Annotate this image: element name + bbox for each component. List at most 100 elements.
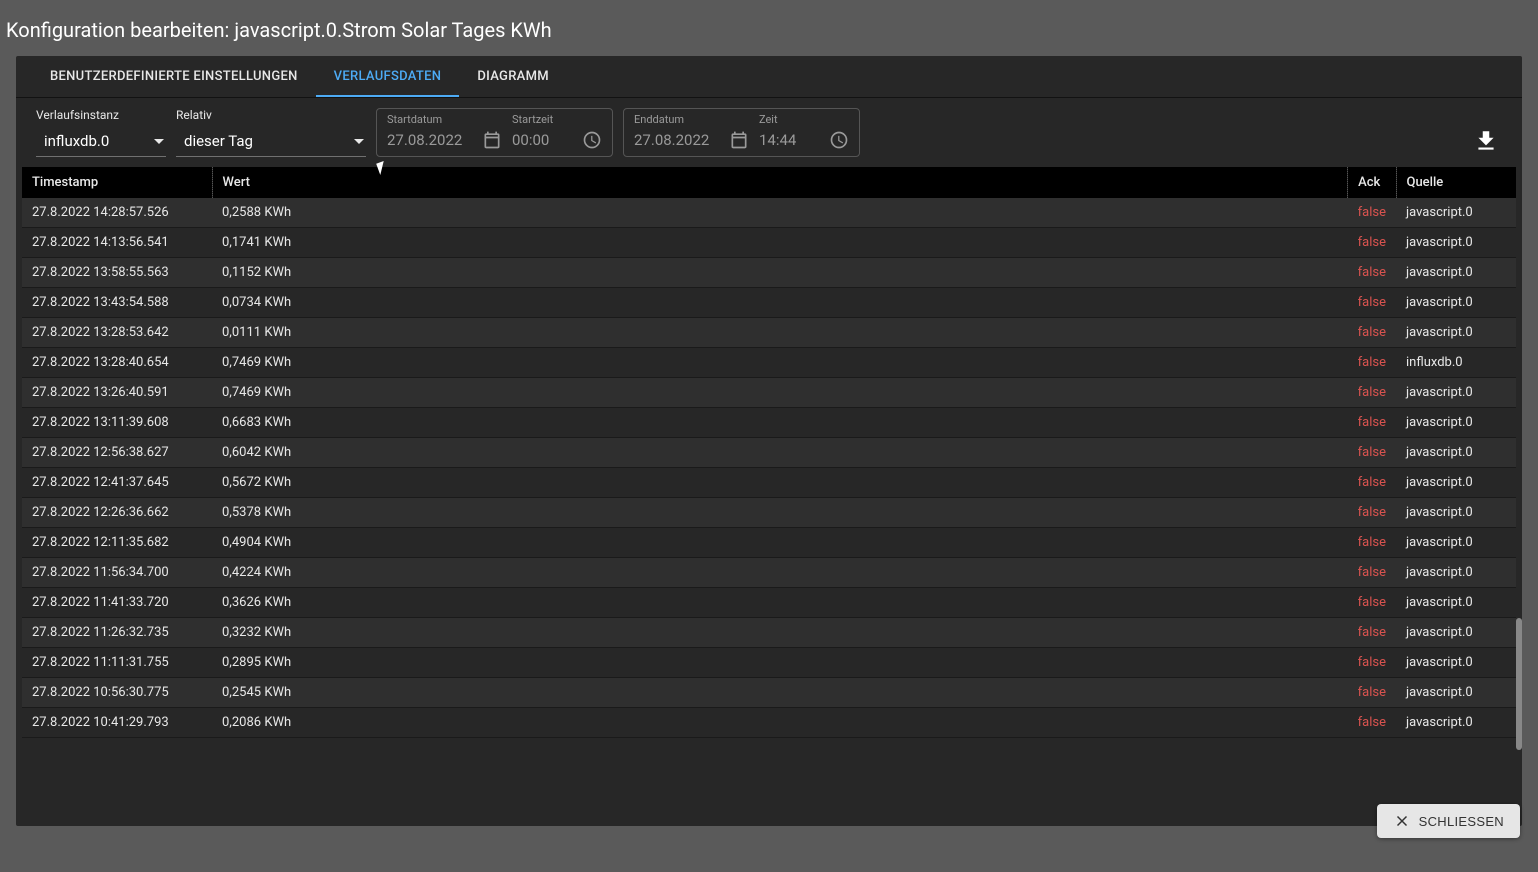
cell-value: 0,1741 KWh bbox=[212, 228, 1348, 258]
cell-ack: false bbox=[1348, 318, 1396, 348]
cell-value: 0,5672 KWh bbox=[212, 468, 1348, 498]
table-row[interactable]: 27.8.2022 11:26:32.7350,3232 KWhfalsejav… bbox=[22, 618, 1516, 648]
table-row[interactable]: 27.8.2022 14:28:57.5260,2588 KWhfalsejav… bbox=[22, 198, 1516, 228]
th-value[interactable]: Wert bbox=[212, 167, 1348, 198]
table-wrap[interactable]: Timestamp Wert Ack Quelle 27.8.2022 14:2… bbox=[16, 167, 1522, 826]
relative-label: Relativ bbox=[176, 108, 366, 122]
history-table: Timestamp Wert Ack Quelle 27.8.2022 14:2… bbox=[22, 167, 1516, 738]
cell-source: javascript.0 bbox=[1396, 648, 1516, 678]
cell-source: javascript.0 bbox=[1396, 378, 1516, 408]
cell-value: 0,4904 KWh bbox=[212, 528, 1348, 558]
cell-value: 0,0111 KWh bbox=[212, 318, 1348, 348]
table-row[interactable]: 27.8.2022 12:41:37.6450,5672 KWhfalsejav… bbox=[22, 468, 1516, 498]
cell-value: 0,1152 KWh bbox=[212, 258, 1348, 288]
cell-timestamp: 27.8.2022 11:11:31.755 bbox=[22, 648, 212, 678]
relative-select[interactable]: dieser Tag bbox=[176, 128, 366, 157]
cell-timestamp: 27.8.2022 12:11:35.682 bbox=[22, 528, 212, 558]
th-source[interactable]: Quelle bbox=[1396, 167, 1516, 198]
scrollbar-thumb[interactable] bbox=[1516, 618, 1522, 750]
tab-diagramm[interactable]: DIAGRAMM bbox=[459, 56, 567, 97]
cell-timestamp: 27.8.2022 13:26:40.591 bbox=[22, 378, 212, 408]
table-row[interactable]: 27.8.2022 12:26:36.6620,5378 KWhfalsejav… bbox=[22, 498, 1516, 528]
chevron-down-icon bbox=[354, 139, 364, 144]
cell-ack: false bbox=[1348, 438, 1396, 468]
cell-source: javascript.0 bbox=[1396, 198, 1516, 228]
table-row[interactable]: 27.8.2022 13:43:54.5880,0734 KWhfalsejav… bbox=[22, 288, 1516, 318]
table-body: 27.8.2022 14:28:57.5260,2588 KWhfalsejav… bbox=[22, 198, 1516, 738]
toolbar: Verlaufsinstanz influxdb.0 Relativ diese… bbox=[16, 98, 1522, 167]
table-row[interactable]: 27.8.2022 13:28:40.6540,7469 KWhfalseinf… bbox=[22, 348, 1516, 378]
start-time-input[interactable]: 00:00 bbox=[512, 131, 549, 149]
cell-value: 0,2086 KWh bbox=[212, 708, 1348, 738]
table-row[interactable]: 27.8.2022 12:56:38.6270,6042 KWhfalsejav… bbox=[22, 438, 1516, 468]
table-row[interactable]: 27.8.2022 12:11:35.6820,4904 KWhfalsejav… bbox=[22, 528, 1516, 558]
download-button[interactable] bbox=[1470, 125, 1502, 157]
cell-timestamp: 27.8.2022 12:41:37.645 bbox=[22, 468, 212, 498]
cell-value: 0,6042 KWh bbox=[212, 438, 1348, 468]
table-row[interactable]: 27.8.2022 13:11:39.6080,6683 KWhfalsejav… bbox=[22, 408, 1516, 438]
cell-source: javascript.0 bbox=[1396, 318, 1516, 348]
instance-label: Verlaufsinstanz bbox=[36, 108, 166, 122]
relative-value: dieser Tag bbox=[184, 132, 253, 150]
start-date-label: Startdatum bbox=[387, 113, 502, 126]
table-row[interactable]: 27.8.2022 11:41:33.7200,3626 KWhfalsejav… bbox=[22, 588, 1516, 618]
relative-field: Relativ dieser Tag bbox=[176, 108, 366, 157]
cell-timestamp: 27.8.2022 12:56:38.627 bbox=[22, 438, 212, 468]
table-row[interactable]: 27.8.2022 13:58:55.5630,1152 KWhfalsejav… bbox=[22, 258, 1516, 288]
table-row[interactable]: 27.8.2022 14:13:56.5410,1741 KWhfalsejav… bbox=[22, 228, 1516, 258]
instance-select[interactable]: influxdb.0 bbox=[36, 128, 166, 157]
cell-source: javascript.0 bbox=[1396, 588, 1516, 618]
cell-value: 0,7469 KWh bbox=[212, 348, 1348, 378]
cell-timestamp: 27.8.2022 14:13:56.541 bbox=[22, 228, 212, 258]
cell-value: 0,7469 KWh bbox=[212, 378, 1348, 408]
calendar-icon bbox=[729, 130, 749, 150]
th-ack[interactable]: Ack bbox=[1348, 167, 1396, 198]
cell-source: javascript.0 bbox=[1396, 678, 1516, 708]
calendar-icon bbox=[482, 130, 502, 150]
cell-ack: false bbox=[1348, 498, 1396, 528]
cell-ack: false bbox=[1348, 198, 1396, 228]
cell-ack: false bbox=[1348, 618, 1396, 648]
tab-verlaufsdaten[interactable]: VERLAUFSDATEN bbox=[316, 56, 460, 97]
instance-value: influxdb.0 bbox=[44, 132, 109, 150]
cell-value: 0,2895 KWh bbox=[212, 648, 1348, 678]
close-button[interactable]: SCHLIESSEN bbox=[1377, 804, 1520, 838]
cell-value: 0,4224 KWh bbox=[212, 558, 1348, 588]
start-date-input[interactable]: 27.08.2022 bbox=[387, 131, 462, 149]
start-time-label: Startzeit bbox=[512, 113, 602, 126]
clock-icon bbox=[582, 130, 602, 150]
cell-source: javascript.0 bbox=[1396, 408, 1516, 438]
cell-timestamp: 27.8.2022 11:26:32.735 bbox=[22, 618, 212, 648]
start-date-box: Startdatum 27.08.2022 Startzeit 00:00 bbox=[376, 108, 613, 157]
table-row[interactable]: 27.8.2022 11:11:31.7550,2895 KWhfalsejav… bbox=[22, 648, 1516, 678]
cell-value: 0,2545 KWh bbox=[212, 678, 1348, 708]
tab-benutzerdefinierte-einstellungen[interactable]: BENUTZERDEFINIERTE EINSTELLUNGEN bbox=[32, 56, 316, 97]
end-date-input[interactable]: 27.08.2022 bbox=[634, 131, 709, 149]
th-timestamp[interactable]: Timestamp bbox=[22, 167, 212, 198]
cell-value: 0,5378 KWh bbox=[212, 498, 1348, 528]
cell-timestamp: 27.8.2022 12:26:36.662 bbox=[22, 498, 212, 528]
table-row[interactable]: 27.8.2022 13:26:40.5910,7469 KWhfalsejav… bbox=[22, 378, 1516, 408]
cell-timestamp: 27.8.2022 13:11:39.608 bbox=[22, 408, 212, 438]
download-icon bbox=[1473, 128, 1499, 154]
end-date-label: Enddatum bbox=[634, 113, 749, 126]
cell-ack: false bbox=[1348, 558, 1396, 588]
table-row[interactable]: 27.8.2022 10:56:30.7750,2545 KWhfalsejav… bbox=[22, 678, 1516, 708]
table-row[interactable]: 27.8.2022 13:28:53.6420,0111 KWhfalsejav… bbox=[22, 318, 1516, 348]
cell-ack: false bbox=[1348, 678, 1396, 708]
table-row[interactable]: 27.8.2022 11:56:34.7000,4224 KWhfalsejav… bbox=[22, 558, 1516, 588]
cell-source: javascript.0 bbox=[1396, 528, 1516, 558]
cell-ack: false bbox=[1348, 648, 1396, 678]
cell-value: 0,2588 KWh bbox=[212, 198, 1348, 228]
cell-source: javascript.0 bbox=[1396, 288, 1516, 318]
table-row[interactable]: 27.8.2022 10:41:29.7930,2086 KWhfalsejav… bbox=[22, 708, 1516, 738]
cell-timestamp: 27.8.2022 13:58:55.563 bbox=[22, 258, 212, 288]
cell-ack: false bbox=[1348, 528, 1396, 558]
end-time-label: Zeit bbox=[759, 113, 849, 126]
cell-source: javascript.0 bbox=[1396, 708, 1516, 738]
cell-ack: false bbox=[1348, 708, 1396, 738]
cell-ack: false bbox=[1348, 588, 1396, 618]
end-time-input[interactable]: 14:44 bbox=[759, 131, 796, 149]
dialog-title: Konfiguration bearbeiten: javascript.0.S… bbox=[0, 0, 1538, 56]
cell-source: javascript.0 bbox=[1396, 498, 1516, 528]
